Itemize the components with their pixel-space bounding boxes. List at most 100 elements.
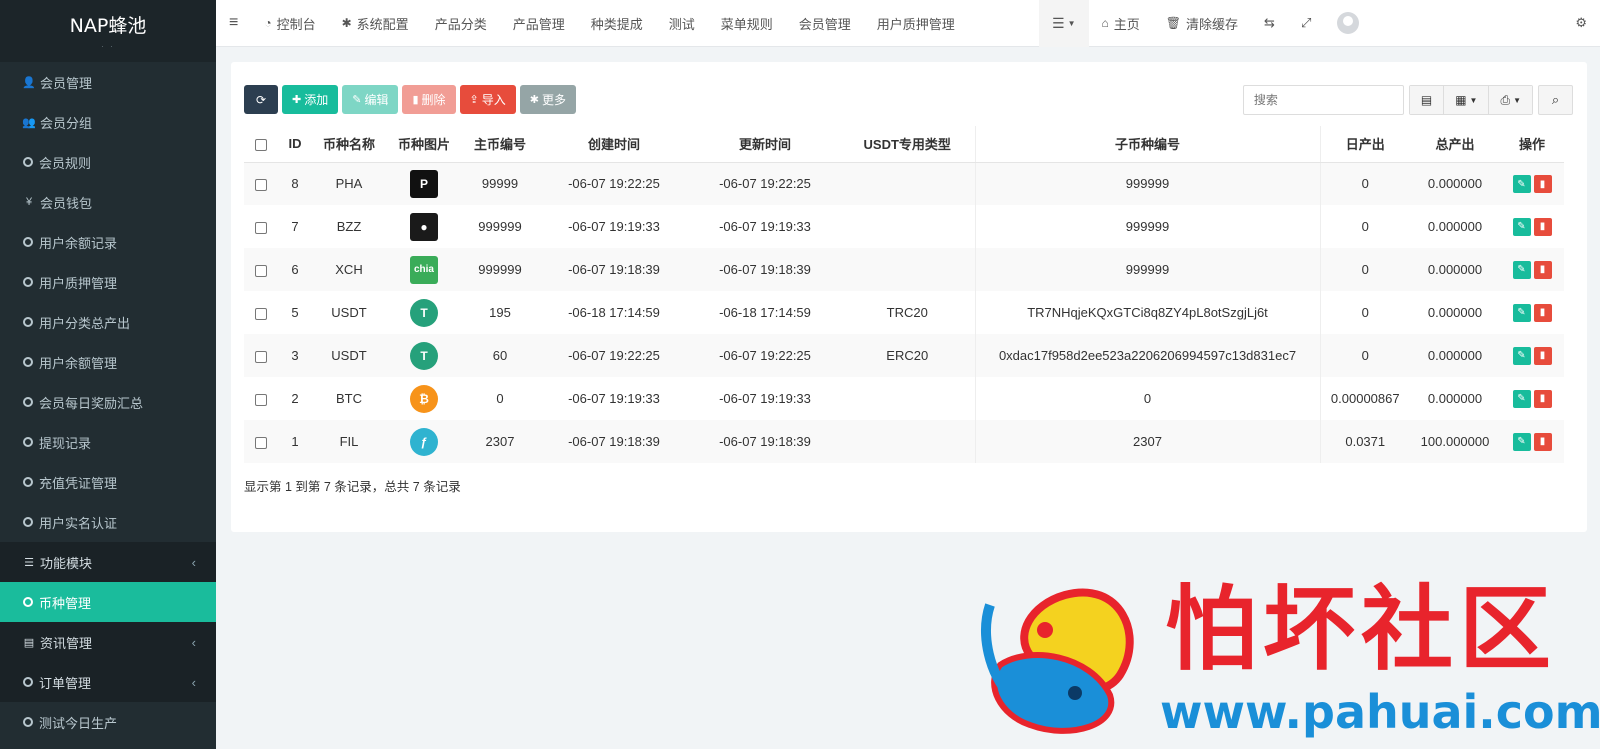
cell-actions: ✎ ▮: [1500, 420, 1564, 463]
more-button[interactable]: ✱ 更多: [519, 85, 577, 114]
sidebar-item[interactable]: 测试今日生产: [0, 702, 216, 742]
row-checkbox[interactable]: [255, 221, 267, 234]
menu-toggle-button[interactable]: ≡: [216, 0, 251, 47]
table-row[interactable]: 5 USDT T 195 -06-18 17:14:59 -06-18 17:14:59 T…: [244, 291, 1564, 334]
col-usdt-type[interactable]: USDT专用类型: [840, 126, 975, 163]
edit-row-button[interactable]: ✎: [1512, 346, 1531, 365]
row-checkbox[interactable]: [255, 436, 267, 449]
delete-row-button[interactable]: ▮: [1533, 260, 1552, 279]
add-button[interactable]: ✚ 添加: [282, 85, 339, 114]
chia-coin-icon[interactable]: chia: [410, 255, 438, 284]
nav-product-manage[interactable]: 产品管理: [500, 0, 578, 47]
sidebar-item[interactable]: 用户分类总产出: [0, 302, 216, 342]
table-row[interactable]: 1 FIL ƒ 2307 -06-07 19:18:39 -06-07 19:18:39 2…: [244, 420, 1564, 463]
sidebar-item[interactable]: 用户质押管理: [0, 262, 216, 302]
sidebar-item[interactable]: ▤ 资讯管理 ‹: [0, 622, 216, 662]
fullscreen-button[interactable]: ⤢: [1288, 0, 1324, 47]
col-created[interactable]: 创建时间: [538, 126, 690, 163]
col-updated[interactable]: 更新时间: [690, 126, 840, 163]
sidebar-item[interactable]: 订单管理 ‹: [0, 662, 216, 702]
edit-row-button[interactable]: ✎: [1512, 389, 1531, 408]
table-header-row: ID 币种名称 币种图片 主币编号 创建时间 更新时间 USDT专用类型 子币种…: [244, 126, 1564, 163]
delete-row-button[interactable]: ▮: [1533, 217, 1552, 236]
caret-down-icon: ▼: [1469, 95, 1478, 105]
nav-menu-rules[interactable]: 菜单规则: [708, 0, 786, 47]
sidebar-item[interactable]: 提现记录: [0, 422, 216, 462]
sidebar-item[interactable]: ☰ 功能模块 ‹: [0, 542, 216, 582]
edit-row-button[interactable]: ✎: [1512, 217, 1531, 236]
export-dropdown[interactable]: ⎙ ▼: [1489, 86, 1532, 114]
delete-row-button[interactable]: ▮: [1533, 346, 1552, 365]
nav-list-dropdown[interactable]: ☰ ▼: [1039, 0, 1089, 47]
sidebar-item[interactable]: 用户余额记录: [0, 222, 216, 262]
delete-button[interactable]: ▮ 删除: [402, 85, 456, 114]
nav-label: 会员管理: [798, 16, 851, 32]
brand[interactable]: NAP蜂池 · ·: [0, 0, 216, 62]
tether-coin-icon[interactable]: T: [410, 298, 438, 327]
bzz-coin-icon[interactable]: ●: [410, 212, 438, 241]
delete-row-button[interactable]: ▮: [1533, 303, 1552, 322]
col-daily[interactable]: 日产出: [1319, 126, 1410, 163]
cell-main-id: 99999: [462, 162, 538, 205]
delete-row-button[interactable]: ▮: [1533, 432, 1552, 451]
clear-cache-button[interactable]: 🗑 清除缓存: [1153, 0, 1251, 47]
delete-row-button[interactable]: ▮: [1533, 175, 1552, 193]
sidebar-item[interactable]: 会员规则: [0, 142, 216, 182]
nav-product-category[interactable]: 产品分类: [422, 0, 500, 47]
sidebar-item[interactable]: 用户实名认证: [0, 502, 216, 542]
tether-coin-icon[interactable]: T: [410, 341, 438, 370]
delete-row-button[interactable]: ▮: [1533, 389, 1552, 408]
row-checkbox[interactable]: [255, 307, 267, 320]
edit-button[interactable]: ✎ 编辑: [342, 85, 399, 114]
import-button[interactable]: ⇪ 导入: [459, 85, 516, 114]
language-button[interactable]: ⇆: [1251, 0, 1288, 47]
sidebar-item[interactable]: 币种管理: [0, 582, 216, 622]
bitcoin-coin-icon[interactable]: ₿: [410, 384, 438, 413]
edit-row-button[interactable]: ✎: [1512, 432, 1531, 451]
refresh-button[interactable]: ⟳: [244, 85, 278, 114]
col-image[interactable]: 币种图片: [386, 126, 462, 163]
filecoin-coin-icon[interactable]: ƒ: [410, 427, 438, 456]
nav-commission[interactable]: 种类提成: [578, 0, 656, 47]
columns-dropdown[interactable]: ▦ ▼: [1444, 86, 1490, 114]
col-id[interactable]: ID: [278, 126, 312, 163]
user-menu[interactable]: [1324, 0, 1372, 47]
row-checkbox[interactable]: [255, 350, 267, 363]
select-all-checkbox[interactable]: [255, 138, 267, 151]
table-row[interactable]: 6 XCH chia 999999 -06-07 19:18:39 -06-07 19:1…: [244, 248, 1564, 291]
edit-row-button[interactable]: ✎: [1512, 260, 1531, 279]
sidebar-item[interactable]: 用户余额管理: [0, 342, 216, 382]
search-button[interactable]: ⌕: [1538, 85, 1573, 115]
nav-test[interactable]: 测试: [656, 0, 708, 47]
main-panel: ⟳ ✚添加 ✎编辑 ▮删除 ⇪导入 ✱更多 ▤ ▦▼ ⎙▼ ⌕ ID 币种名称 …: [231, 62, 1587, 532]
search-input[interactable]: [1242, 85, 1404, 115]
sidebar-item[interactable]: 会员每日奖励汇总: [0, 382, 216, 422]
edit-row-button[interactable]: ✎: [1512, 303, 1531, 322]
col-name[interactable]: 币种名称: [312, 126, 386, 163]
row-checkbox[interactable]: [255, 178, 267, 191]
sidebar-item[interactable]: 👤 会员管理: [0, 62, 216, 102]
table-row[interactable]: 3 USDT T 60 -06-07 19:22:25 -06-07 19:22:25 ER…: [244, 334, 1564, 377]
table-row[interactable]: 7 BZZ ● 999999 -06-07 19:19:33 -06-07 19:19:3…: [244, 205, 1564, 248]
col-total[interactable]: 总产出: [1410, 126, 1500, 163]
home-icon: ⌂: [1101, 16, 1109, 30]
table-row[interactable]: 2 BTC ₿ 0 -06-07 19:19:33 -06-07 19:19:33 0 0.0…: [244, 377, 1564, 420]
nav-member-manage[interactable]: 会员管理: [786, 0, 864, 47]
home-link[interactable]: ⌂ 主页: [1089, 0, 1153, 47]
nav-system-config[interactable]: ✱ 系统配置: [329, 0, 422, 47]
col-sub-id[interactable]: 子币种编号: [974, 126, 1320, 163]
col-main-id[interactable]: 主币编号: [462, 126, 538, 163]
settings-button[interactable]: ⚙: [1562, 0, 1600, 47]
edit-row-button[interactable]: ✎: [1512, 175, 1531, 193]
sidebar-item[interactable]: 充值凭证管理: [0, 462, 216, 502]
table-row[interactable]: 8 PHA P 99999 -06-07 19:22:25 -06-07 19:22:25…: [244, 162, 1564, 205]
nav-pledge-manage[interactable]: 用户质押管理: [864, 0, 968, 47]
row-checkbox[interactable]: [255, 264, 267, 277]
toggle-view-button[interactable]: ▤: [1409, 86, 1445, 114]
sidebar-item[interactable]: ¥ 会员钱包: [0, 182, 216, 222]
sidebar-item[interactable]: 👥 会员分组: [0, 102, 216, 142]
nav-dashboard[interactable]: ◔ 控制台: [251, 0, 328, 47]
pha-coin-icon[interactable]: P: [410, 169, 438, 198]
row-checkbox[interactable]: [255, 393, 267, 406]
cell-updated: -06-07 19:19:33: [719, 219, 811, 234]
